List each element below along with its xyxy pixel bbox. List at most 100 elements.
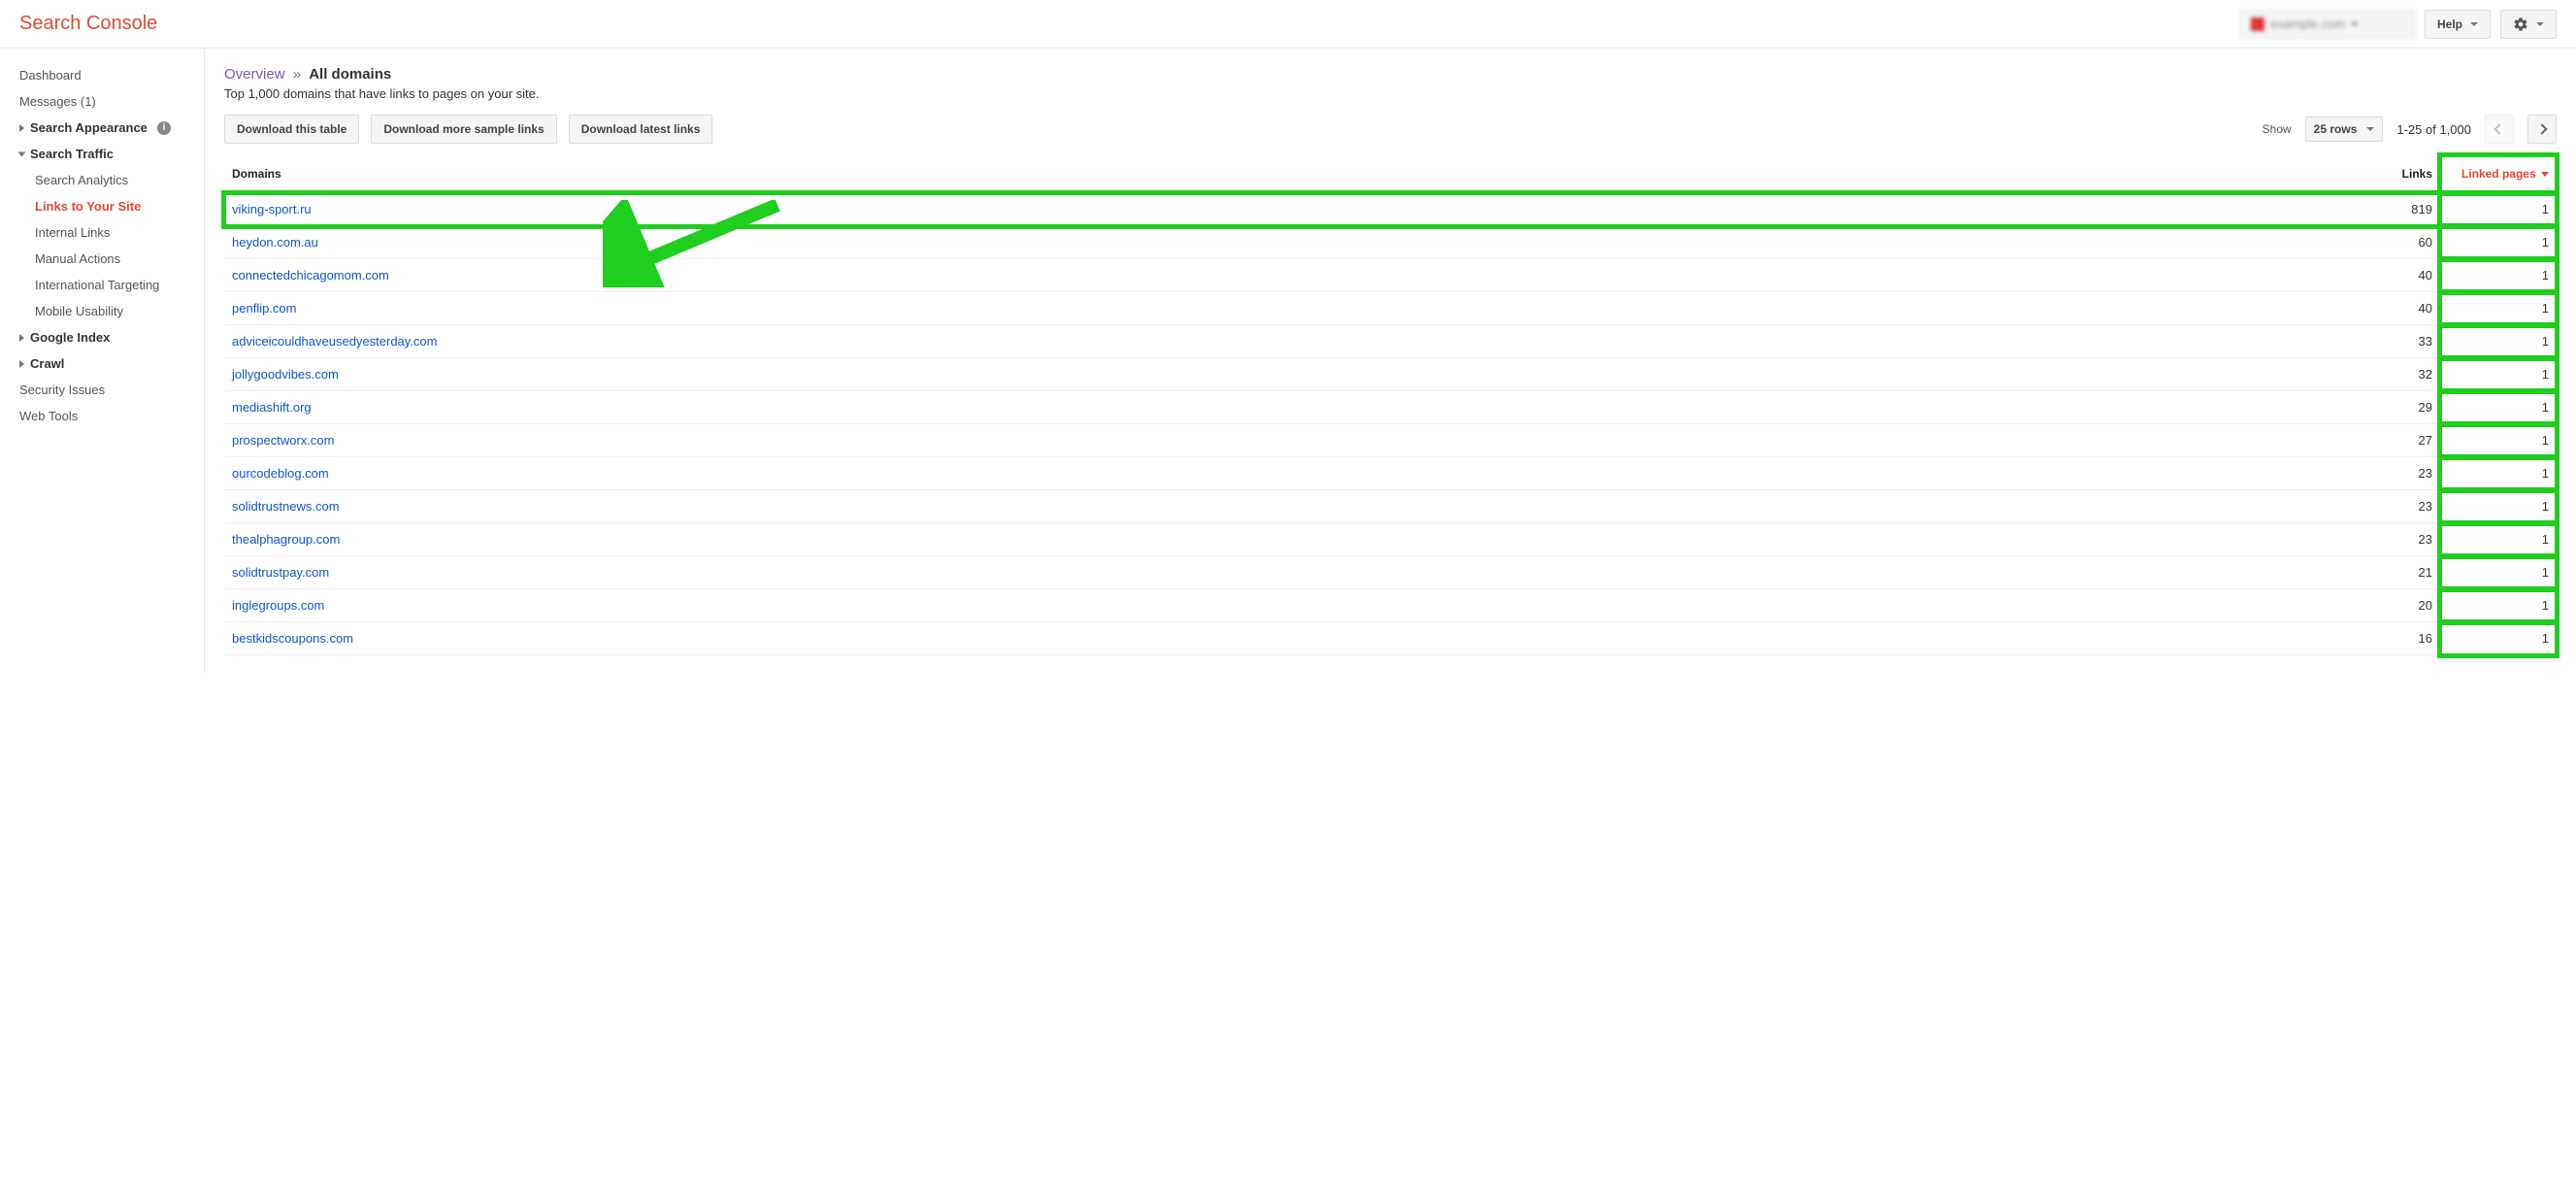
table-row: prospectworx.com271 (224, 424, 2557, 457)
domain-link[interactable]: viking-sport.ru (232, 202, 312, 216)
chevron-down-icon (2366, 127, 2374, 131)
chevron-right-icon (19, 334, 24, 342)
sidebar-item-web-tools[interactable]: Web Tools (8, 403, 204, 429)
domain-link[interactable]: jollygoodvibes.com (232, 367, 339, 382)
sidebar-item-dashboard[interactable]: Dashboard (8, 62, 204, 88)
cell-linked-pages: 1 (2440, 391, 2557, 424)
breadcrumb-current: All domains (309, 66, 391, 83)
cell-links: 20 (2246, 589, 2440, 622)
property-selector[interactable]: example.com (2240, 10, 2415, 39)
sidebar-item-label: Security Issues (19, 383, 105, 397)
cell-domain: bestkidscoupons.com (224, 622, 2246, 655)
domain-link[interactable]: inglegroups.com (232, 598, 324, 613)
sidebar-item-label: Manual Actions (35, 251, 120, 266)
col-header-linked-pages[interactable]: Linked pages (2440, 155, 2557, 193)
chevron-left-icon (2493, 123, 2504, 134)
cell-linked-pages: 1 (2440, 292, 2557, 325)
sidebar-item-crawl[interactable]: Crawl (8, 350, 204, 377)
domain-link[interactable]: solidtrustpay.com (232, 565, 329, 580)
sidebar-item-manual-actions[interactable]: Manual Actions (8, 246, 204, 272)
breadcrumb-overview-link[interactable]: Overview (224, 66, 285, 83)
sidebar-item-label: Messages (1) (19, 94, 96, 109)
cell-links: 23 (2246, 490, 2440, 523)
domain-link[interactable]: heydon.com.au (232, 235, 318, 250)
domain-link[interactable]: ourcodeblog.com (232, 466, 329, 481)
domain-link[interactable]: penflip.com (232, 301, 296, 316)
chevron-right-icon (2536, 123, 2547, 134)
sidebar-item-label: Search Analytics (35, 173, 128, 187)
breadcrumb: Overview » All domains (224, 66, 2557, 83)
body-container: DashboardMessages (1)Search AppearanceiS… (0, 49, 2576, 673)
cell-domain: inglegroups.com (224, 589, 2246, 622)
table-row: jollygoodvibes.com321 (224, 358, 2557, 391)
cell-links: 60 (2246, 226, 2440, 259)
pagination-controls: Show 25 rows 1-25 of 1,000 (2262, 115, 2557, 144)
cell-linked-pages: 1 (2440, 622, 2557, 655)
chevron-right-icon (19, 360, 24, 368)
sidebar-item-search-traffic[interactable]: Search Traffic (8, 141, 204, 167)
domain-link[interactable]: prospectworx.com (232, 433, 334, 448)
cell-links: 29 (2246, 391, 2440, 424)
prev-page-button[interactable] (2485, 115, 2514, 144)
table-row: mediashift.org 291 (224, 391, 2557, 424)
cell-domain: prospectworx.com (224, 424, 2246, 457)
table-row: solidtrustnews.com231 (224, 490, 2557, 523)
sidebar-item-messages-1-[interactable]: Messages (1) (8, 88, 204, 115)
table-row: solidtrustpay.com 211 (224, 556, 2557, 589)
download-latest-button[interactable]: Download latest links (569, 115, 713, 144)
cell-domain: connectedchicagomom.com (224, 259, 2246, 292)
col-header-links[interactable]: Links (2246, 155, 2440, 193)
table-row: adviceicouldhaveusedyesterday.com331 (224, 325, 2557, 358)
chevron-down-icon (2470, 22, 2478, 26)
cell-domain: adviceicouldhaveusedyesterday.com (224, 325, 2246, 358)
download-table-button[interactable]: Download this table (224, 115, 359, 144)
help-label: Help (2437, 17, 2462, 31)
cell-links: 819 (2246, 193, 2440, 226)
next-page-button[interactable] (2527, 115, 2557, 144)
table-header-row: Domains Links Linked pages (224, 155, 2557, 193)
cell-links: 23 (2246, 457, 2440, 490)
cell-links: 40 (2246, 259, 2440, 292)
cell-linked-pages: 1 (2440, 226, 2557, 259)
cell-links: 40 (2246, 292, 2440, 325)
property-text: example.com (2270, 17, 2345, 31)
cell-links: 33 (2246, 325, 2440, 358)
domain-link[interactable]: adviceicouldhaveusedyesterday.com (232, 334, 438, 349)
sidebar-item-internal-links[interactable]: Internal Links (8, 219, 204, 246)
help-button[interactable]: Help (2425, 10, 2491, 39)
col-header-domains[interactable]: Domains (224, 155, 2246, 193)
cell-links: 32 (2246, 358, 2440, 391)
sidebar-item-international-targeting[interactable]: International Targeting (8, 272, 204, 298)
col-header-linked-label: Linked pages (2461, 167, 2536, 181)
cell-domain: mediashift.org (224, 391, 2246, 424)
domain-link[interactable]: connectedchicagomom.com (232, 268, 389, 283)
sidebar-item-search-analytics[interactable]: Search Analytics (8, 167, 204, 193)
sidebar-item-google-index[interactable]: Google Index (8, 324, 204, 350)
info-icon: i (157, 121, 171, 135)
breadcrumb-separator: » (293, 66, 301, 83)
domain-link[interactable]: bestkidscoupons.com (232, 631, 353, 646)
domain-link[interactable]: mediashift.org (232, 400, 312, 415)
rows-selector[interactable]: 25 rows (2305, 116, 2384, 142)
cell-links: 21 (2246, 556, 2440, 589)
sidebar-item-search-appearance[interactable]: Search Appearancei (8, 115, 204, 141)
sidebar: DashboardMessages (1)Search AppearanceiS… (0, 49, 204, 673)
cell-linked-pages: 1 (2440, 193, 2557, 226)
sidebar-item-links-to-your-site[interactable]: Links to Your Site (8, 193, 204, 219)
domain-link[interactable]: thealphagroup.com (232, 532, 340, 547)
domain-link[interactable]: solidtrustnews.com (232, 499, 340, 514)
page-subtitle: Top 1,000 domains that have links to pag… (224, 86, 2557, 101)
domains-table: Domains Links Linked pages viking-sport.… (224, 155, 2557, 655)
download-more-button[interactable]: Download more sample links (371, 115, 556, 144)
cell-domain: heydon.com.au (224, 226, 2246, 259)
settings-button[interactable] (2500, 10, 2557, 39)
cell-domain: solidtrustnews.com (224, 490, 2246, 523)
sidebar-item-mobile-usability[interactable]: Mobile Usability (8, 298, 204, 324)
table-row: connectedchicagomom.com401 (224, 259, 2557, 292)
sidebar-item-label: Dashboard (19, 68, 82, 83)
chevron-down-icon (2351, 22, 2359, 26)
show-label: Show (2262, 122, 2292, 136)
sidebar-item-security-issues[interactable]: Security Issues (8, 377, 204, 403)
header-right: example.com Help (2240, 10, 2557, 39)
cell-linked-pages: 1 (2440, 556, 2557, 589)
